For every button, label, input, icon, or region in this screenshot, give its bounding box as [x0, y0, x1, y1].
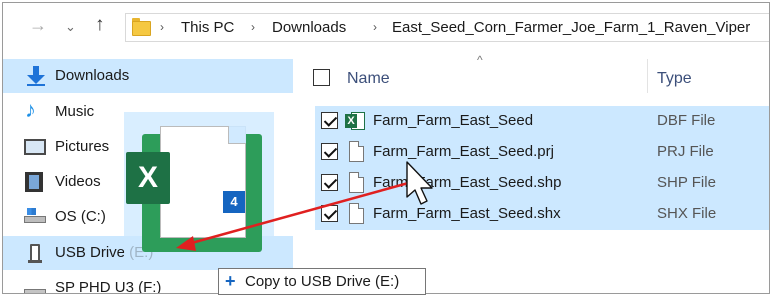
nav-item-label: Downloads — [55, 67, 130, 84]
breadcrumb-downloads[interactable]: Downloads — [272, 19, 346, 36]
file-checkbox[interactable] — [321, 143, 338, 160]
file-type: SHP File — [657, 174, 716, 191]
nav-item-label: OS (C:) — [55, 208, 106, 225]
generic-file-icon — [349, 203, 364, 224]
chevron-right-icon[interactable]: › — [251, 20, 255, 34]
column-header-name[interactable]: Name — [347, 70, 390, 88]
select-all-checkbox[interactable] — [313, 69, 330, 86]
drag-count-badge: 4 — [223, 191, 245, 213]
generic-file-icon — [349, 172, 364, 193]
address-bar[interactable]: › This PC › Downloads › East_Seed_Corn_F… — [125, 13, 769, 42]
file-name: Farm_Farm_East_Seed.prj — [373, 143, 554, 160]
breadcrumb-this-pc[interactable]: This PC — [181, 19, 234, 36]
folder-icon — [132, 18, 151, 36]
column-header-type[interactable]: Type — [657, 70, 692, 88]
external-drive-icon — [24, 289, 46, 293]
system-drive-icon — [24, 208, 46, 223]
file-row[interactable]: Farm_Farm_East_Seed.shx SHX File — [315, 199, 769, 230]
file-name: Farm_Farm_East_Seed.shx — [373, 205, 561, 222]
file-explorer-window: → ⌄ ↑ › This PC › Downloads › East_Seed_… — [2, 2, 770, 294]
sort-ascending-icon: ^ — [477, 53, 483, 67]
nav-item-label: Videos — [55, 173, 101, 190]
file-name: Farm_Farm_East_Seed — [373, 112, 534, 129]
file-type: SHX File — [657, 205, 717, 222]
file-row[interactable]: X Farm_Farm_East_Seed DBF File — [315, 106, 769, 137]
drag-page-icon: 4 — [160, 126, 246, 238]
download-arrow-icon — [27, 66, 45, 86]
address-bar-row: → ⌄ ↑ › This PC › Downloads › East_Seed_… — [3, 3, 769, 47]
file-checkbox[interactable] — [321, 174, 338, 191]
up-arrow-icon[interactable]: ↑ — [95, 14, 105, 36]
drag-tooltip: + Copy to USB Drive (E:) — [218, 268, 426, 295]
excel-icon: X — [126, 152, 170, 204]
file-row[interactable]: Farm_Farm_East_Seed.shp SHP File — [315, 168, 769, 199]
pictures-icon — [24, 139, 46, 155]
file-checkbox[interactable] — [321, 112, 338, 129]
drag-ghost: 4 X — [124, 112, 274, 262]
chevron-right-icon[interactable]: › — [160, 20, 164, 34]
column-header-row: Name ^ Type — [301, 49, 769, 93]
file-name: Farm_Farm_East_Seed.shp — [373, 174, 562, 191]
recent-locations-icon[interactable]: ⌄ — [65, 19, 76, 35]
plus-icon: + — [225, 271, 236, 291]
film-icon — [25, 172, 43, 192]
nav-item-label: Music — [55, 103, 95, 120]
forward-arrow-icon[interactable]: → — [29, 15, 47, 36]
nav-item-label: Pictures — [55, 138, 110, 155]
generic-file-icon — [349, 141, 364, 162]
excel-file-icon: X — [345, 111, 365, 131]
music-note-icon: ♪ — [25, 97, 36, 122]
column-divider[interactable] — [647, 59, 648, 93]
file-type: DBF File — [657, 112, 716, 129]
usb-drive-icon — [28, 244, 42, 263]
file-row[interactable]: Farm_Farm_East_Seed.prj PRJ File — [315, 137, 769, 168]
breadcrumb-current-folder[interactable]: East_Seed_Corn_Farmer_Joe_Farm_1_Raven_V… — [392, 19, 750, 36]
nav-item-downloads[interactable]: Downloads — [3, 59, 293, 93]
file-list: Name ^ Type X Farm_Farm_East_Seed DBF Fi… — [301, 49, 769, 293]
chevron-right-icon[interactable]: › — [373, 20, 377, 34]
file-checkbox[interactable] — [321, 205, 338, 222]
drag-tooltip-text: Copy to USB Drive (E:) — [245, 273, 400, 290]
file-type: PRJ File — [657, 143, 714, 160]
nav-item-label: SP PHD U3 (F:) — [55, 279, 162, 294]
